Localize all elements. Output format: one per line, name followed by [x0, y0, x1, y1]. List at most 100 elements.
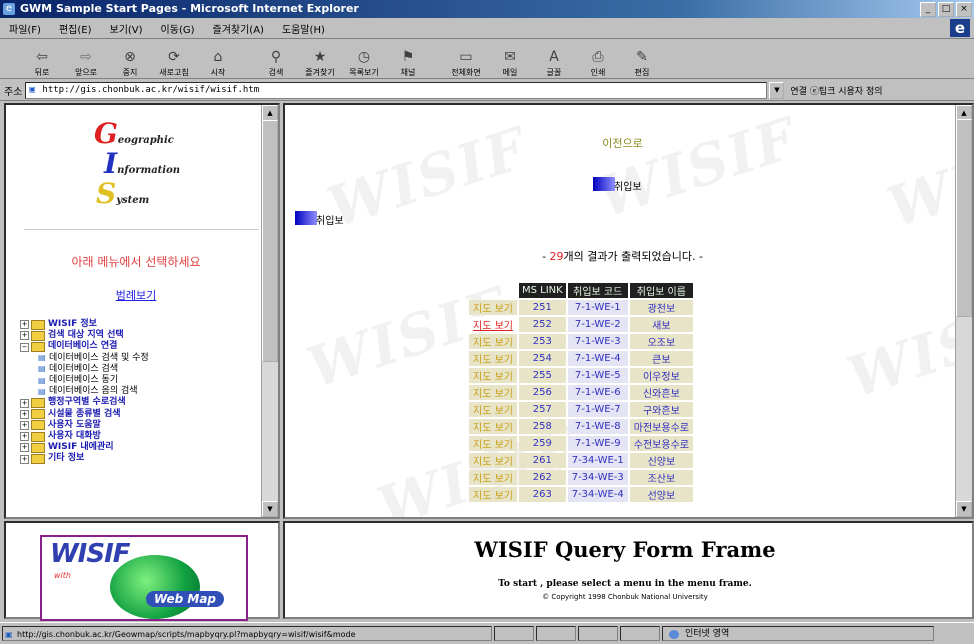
wisif-logo[interactable]: WISIF with Web Map	[40, 535, 248, 621]
map-view-link[interactable]: 지도 보기	[469, 351, 517, 366]
menu-bar: 파일(F) 편집(E) 보기(V) 이동(G) 즐겨찾기(A) 도움말(H) e	[0, 18, 974, 39]
address-dropdown-button[interactable]: ▼	[769, 81, 785, 99]
toolbar-button-channels[interactable]: ⚑ 채널	[386, 40, 430, 78]
table-row: 지도 보기 261 7-34-WE-1 신양보	[469, 453, 693, 468]
map-view-link[interactable]: 지도 보기	[469, 470, 517, 485]
scroll-thumb[interactable]	[262, 120, 278, 362]
query-frame: WISIF Query Form Frame To start , please…	[283, 521, 974, 619]
tree-item[interactable]: ▤ 데이터베이스 검색	[20, 364, 149, 375]
toolbar-button-print[interactable]: ⎙ 인쇄	[576, 40, 620, 78]
toolbar-button-history[interactable]: ◷ 목록보기	[342, 40, 386, 78]
title-bar[interactable]: e GWM Sample Start Pages - Microsoft Int…	[0, 0, 974, 18]
menu-edit[interactable]: 편집(E)	[50, 21, 101, 36]
weir-name-cell: 큰보	[629, 351, 693, 366]
toolbar-button-edit[interactable]: ✎ 편집	[620, 40, 664, 78]
weir-code-cell: 7-1-WE-2	[567, 317, 628, 332]
tree-item-label: 데이터베이스 검색 및 수정	[49, 352, 149, 363]
tree-item[interactable]: ▤ 데이터베이스 검색 및 수정	[20, 353, 149, 364]
tree-item[interactable]: + 행정구역별 수로검색	[20, 397, 149, 409]
tree-item[interactable]: + 시설물 종류별 검색	[20, 409, 149, 420]
logo-i: I	[104, 147, 118, 180]
channels-icon: ⚑	[401, 49, 415, 65]
ms-link-cell: 252	[518, 317, 566, 332]
folder-icon	[31, 454, 45, 465]
weir-code-cell: 7-34-WE-4	[567, 487, 628, 502]
maximize-button[interactable]: □	[938, 2, 954, 17]
main-frame: WISIF WISIF WISIF WISIF WISIF WISIF 이전으로…	[283, 103, 974, 519]
menu-tree: + WISIF 정보 + 검색 대상 지역 선택 − 데이터베이스 연결 ▤ 데이터베이스 검…	[20, 319, 149, 465]
map-view-link[interactable]: 지도 보기	[469, 436, 517, 451]
legend-link[interactable]: 범례보기	[6, 287, 266, 303]
scroll-thumb[interactable]	[956, 119, 972, 317]
weir-name-cell: 구와흔보	[629, 402, 693, 417]
minimize-button[interactable]: _	[920, 2, 936, 17]
menu-go[interactable]: 이동(G)	[152, 21, 204, 36]
map-view-link[interactable]: 지도 보기	[469, 385, 517, 400]
toolbar-button-label: 즐겨찾기	[305, 68, 335, 77]
close-button[interactable]: ×	[956, 2, 972, 17]
expand-icon[interactable]: +	[20, 398, 29, 408]
tree-item[interactable]: + 기타 정보	[20, 453, 149, 465]
toolbar-button-refresh[interactable]: ⟳ 새로고침	[152, 40, 196, 78]
expand-icon[interactable]: +	[20, 320, 29, 330]
map-view-link[interactable]: 지도 보기	[469, 487, 517, 502]
toolbar-button-home[interactable]: ⌂ 시작	[196, 40, 240, 78]
main-scrollbar[interactable]: ▲ ▼	[955, 105, 972, 517]
menu-favorites[interactable]: 즐겨찾기(A)	[204, 21, 273, 36]
weir-name-cell: 새보	[629, 317, 693, 332]
scroll-down-arrow-icon[interactable]: ▼	[262, 501, 278, 517]
map-view-link[interactable]: 지도 보기	[469, 368, 517, 383]
address-input[interactable]: ▣ http://gis.chonbuk.ac.kr/wisif/wisif.h…	[25, 81, 768, 99]
weir-name-cell: 광천보	[629, 300, 693, 315]
toolbar-button-forward-arrow[interactable]: ⇨ 앞으로	[64, 40, 108, 78]
tree-item[interactable]: ▤ 데이터베이스 음의 검색	[20, 386, 149, 397]
toolbar-button-label: 앞으로	[74, 68, 98, 77]
tree-item[interactable]: + WISIF 내에관리	[20, 442, 149, 453]
table-row: 지도 보기 253 7-1-WE-3 오조보	[469, 334, 693, 349]
tree-item[interactable]: − 데이터베이스 연결	[20, 341, 149, 352]
toolbar-button-favorites[interactable]: ★ 즐겨찾기	[298, 40, 342, 78]
table-row: 지도 보기 258 7-1-WE-8 마전보용수로	[469, 419, 693, 434]
table-row: 지도 보기 252 7-1-WE-2 새보	[469, 317, 693, 332]
folder-icon	[31, 398, 45, 409]
toolbar-button-mail[interactable]: ✉ 메일	[488, 40, 532, 78]
scroll-up-arrow-icon[interactable]: ▲	[262, 105, 278, 121]
tree-item-label: 데이터베이스 동기	[49, 375, 119, 386]
scroll-down-arrow-icon[interactable]: ▼	[956, 501, 972, 517]
expand-icon[interactable]: +	[20, 409, 29, 419]
menu-scrollbar[interactable]: ▲ ▼	[261, 105, 278, 517]
weir-name-cell: 마전보용수로	[629, 419, 693, 434]
toolbar-button-search[interactable]: ⚲ 검색	[254, 40, 298, 78]
links-bar[interactable]: 연결 ⓔ팁크 시용자 정의	[790, 84, 882, 97]
toolbar-button-label: 채널	[400, 68, 416, 77]
expand-icon[interactable]: +	[20, 420, 29, 430]
menu-file[interactable]: 파일(F)	[0, 21, 50, 36]
toolbar-button-stop[interactable]: ⊗ 중지	[108, 40, 152, 78]
toolbar-button-back-arrow[interactable]: ⇦ 뒤로	[20, 40, 64, 78]
toolbar-button-font[interactable]: A 글꼴	[532, 40, 576, 78]
previous-link[interactable]: 이전으로	[285, 135, 960, 151]
map-view-link[interactable]: 지도 보기	[469, 402, 517, 417]
collapse-icon[interactable]: −	[20, 342, 29, 352]
menu-help[interactable]: 도움말(H)	[273, 21, 334, 36]
menu-view[interactable]: 보기(V)	[101, 21, 152, 36]
tree-item[interactable]: + 사용자 도움말	[20, 420, 149, 431]
result-text: 개의 결과가 출력되었습니다. -	[563, 250, 703, 263]
map-view-link[interactable]: 지도 보기	[469, 419, 517, 434]
tree-item[interactable]: + 사용자 대화방	[20, 431, 149, 442]
map-view-link[interactable]: 지도 보기	[469, 317, 517, 332]
logo-s: S	[96, 177, 117, 210]
expand-icon[interactable]: +	[20, 331, 29, 341]
expand-icon[interactable]: +	[20, 443, 29, 453]
expand-icon[interactable]: +	[20, 454, 29, 464]
expand-icon[interactable]: +	[20, 432, 29, 442]
toolbar: ⇦ 뒤로 ⇨ 앞으로 ⊗ 중지 ⟳ 새로고침 ⌂ 시작 ⚲ 검색 ★ 즐겨찾기 ◷ 목록보기 ⚑ 채널 ▭ 전체화면 ✉…	[0, 39, 974, 79]
tree-item[interactable]: + WISIF 정보	[20, 319, 149, 330]
map-view-link[interactable]: 지도 보기	[469, 334, 517, 349]
tree-item[interactable]: ▤ 데이터베이스 동기	[20, 375, 149, 386]
map-view-link[interactable]: 지도 보기	[469, 453, 517, 468]
tree-item-label: 기타 정보	[48, 453, 85, 464]
toolbar-button-fullscreen[interactable]: ▭ 전체화면	[444, 40, 488, 78]
tree-item[interactable]: + 검색 대상 지역 선택	[20, 330, 149, 341]
map-view-link[interactable]: 지도 보기	[469, 300, 517, 315]
